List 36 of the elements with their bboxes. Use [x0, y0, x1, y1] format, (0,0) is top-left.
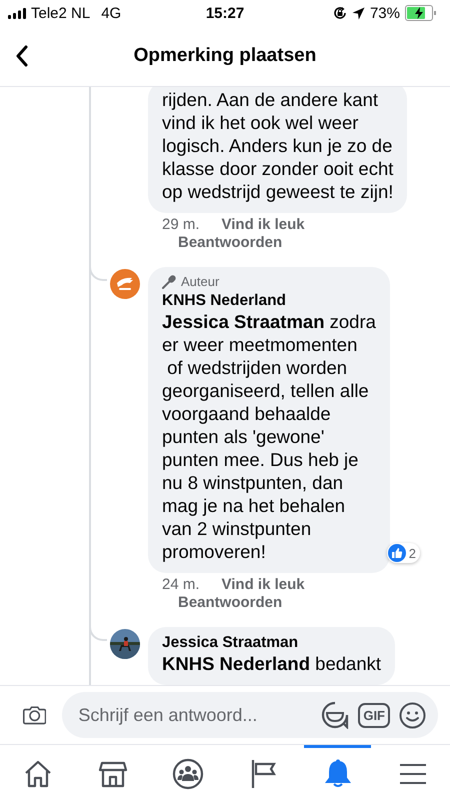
page-title: Opmerking plaatsen: [134, 45, 316, 67]
author-name[interactable]: Jessica Straatman: [162, 634, 298, 652]
logo-icon: [110, 269, 140, 299]
comment-time: 29 m.: [162, 216, 200, 233]
microphone-icon: [162, 274, 176, 288]
bell-icon: [324, 759, 352, 789]
shop-icon: [98, 759, 128, 789]
reply-field[interactable]: Schrijf een antwoord... GIF: [62, 692, 438, 738]
reply-link[interactable]: Beantwoorden: [178, 594, 282, 611]
gif-button[interactable]: GIF: [358, 702, 390, 728]
like-link[interactable]: Vind ik leuk: [222, 216, 305, 233]
comment-text: KNHS Nederland bedankt: [162, 652, 382, 675]
carrier-name: Tele2 NL: [31, 4, 90, 22]
groups-icon: [172, 758, 204, 790]
rotation-lock-icon: [332, 6, 347, 20]
author-name[interactable]: KNHS Nederland: [162, 292, 286, 310]
battery-icon: [405, 5, 436, 21]
clock-time: 15:27: [206, 4, 244, 22]
like-link[interactable]: Vind ik leuk: [222, 576, 305, 593]
home-icon: [22, 759, 52, 789]
flag-icon: [250, 759, 276, 789]
comment-text: Jessica Straatman zodra er weer meetmomenten of wedstrijden worden georganiseerd, tellen alle voorgaand behaalde punten als 'gewone' punten mee. Dus heb je nu 8 winstpunten, dan mag je na het behalen van 2 winstpunten promoveren!: [162, 310, 376, 563]
emoji-icon[interactable]: [399, 702, 426, 728]
sticker-icon[interactable]: [321, 701, 350, 729]
signal-icon: [8, 8, 26, 18]
reaction-count[interactable]: 2: [386, 543, 420, 563]
author-label: Auteur: [181, 274, 220, 289]
comment-time: 24 m.: [162, 576, 200, 593]
battery-percent: 73%: [370, 4, 400, 22]
thumbs-up-icon: [388, 544, 406, 562]
menu-icon: [398, 762, 426, 786]
network-type: 4G: [101, 4, 122, 22]
back-icon[interactable]: [15, 45, 29, 67]
comment-text: rijden. Aan de andere kant vind ik het ook wel weer logisch. Anders kun je zo de klasse door zonder ooit echt op wedstrijd geweest te zijn!: [162, 88, 394, 203]
reply-link[interactable]: Beantwoorden: [178, 234, 282, 251]
location-arrow-icon: [352, 6, 365, 20]
